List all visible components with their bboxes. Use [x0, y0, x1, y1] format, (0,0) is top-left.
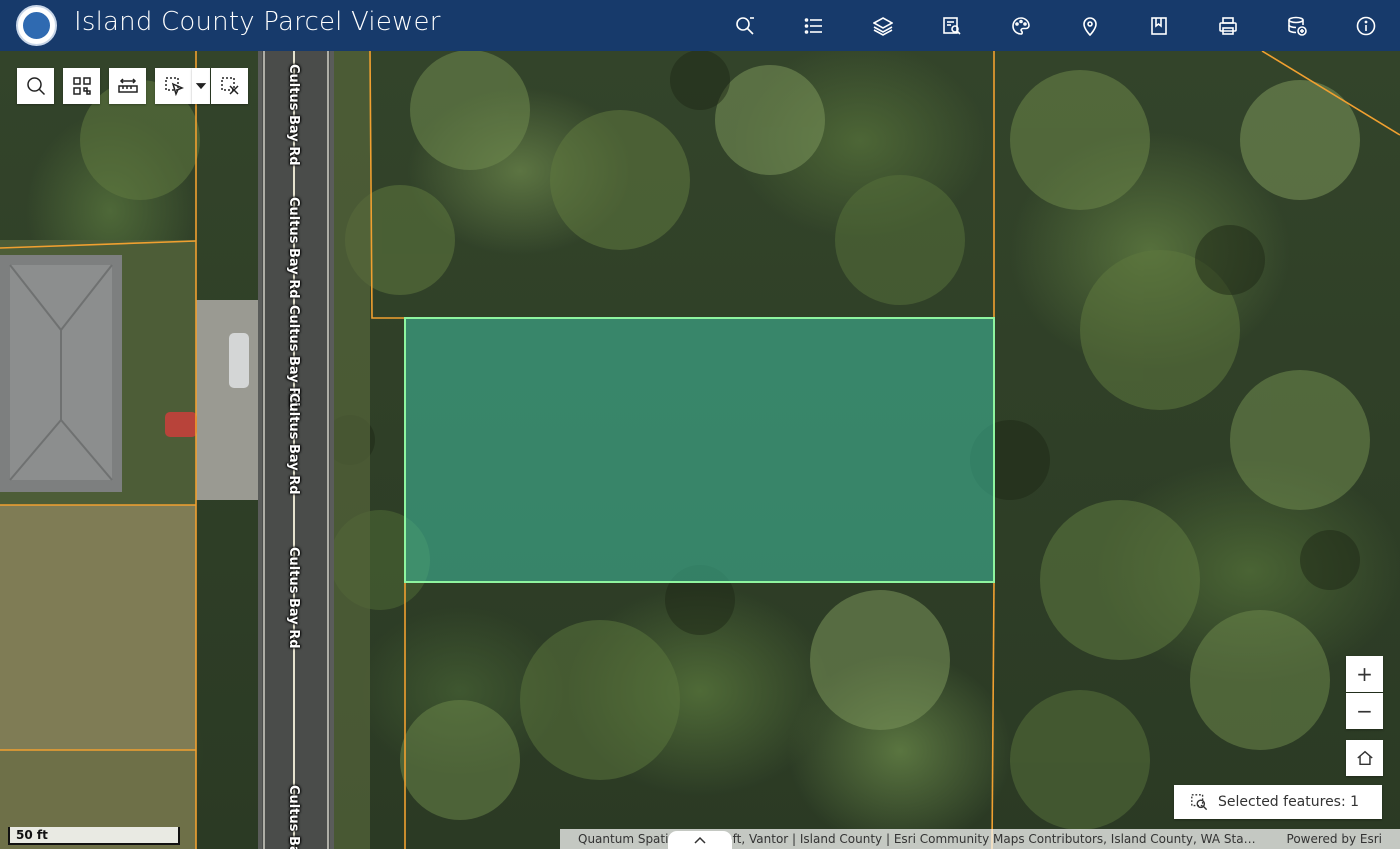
location-icon[interactable]: [1055, 0, 1124, 51]
selected-features-button[interactable]: Selected features: 1: [1174, 785, 1382, 819]
search-icon: [26, 77, 45, 96]
dropdown-caret-icon: [195, 83, 207, 90]
measure-icon: [117, 78, 138, 93]
clear-selection-tool-button[interactable]: [211, 68, 248, 104]
measure-tool-button[interactable]: [109, 68, 146, 104]
bookmark-icon[interactable]: [1124, 0, 1193, 51]
layers-icon[interactable]: [848, 0, 917, 51]
select-dropdown-button[interactable]: [192, 68, 210, 104]
selected-features-label: Selected features: 1: [1218, 794, 1360, 810]
clear-selection-icon: [220, 77, 239, 95]
select-icon: [164, 77, 184, 96]
search-tool-button[interactable]: [17, 68, 54, 104]
home-icon: [1356, 750, 1373, 766]
powered-by-esri[interactable]: Powered by Esri: [1287, 832, 1382, 846]
select-tool-button[interactable]: [155, 68, 192, 104]
app-header: Island County Parcel Viewer: [0, 0, 1400, 51]
scale-bar: 50 ft: [8, 827, 180, 845]
home-button[interactable]: [1346, 740, 1383, 776]
zoom-in-button[interactable]: +: [1346, 656, 1383, 692]
map-canvas: [0, 51, 1400, 849]
list-icon[interactable]: [779, 0, 848, 51]
qr-select-icon: [72, 77, 91, 95]
chevron-up-icon: [694, 836, 706, 844]
road-label: Cultus Bay Rd: [286, 547, 301, 649]
basemap-icon[interactable]: [986, 0, 1055, 51]
search-icon[interactable]: [710, 0, 779, 51]
road-label: Cultus Bay Rd: [286, 393, 301, 495]
query-icon[interactable]: [917, 0, 986, 51]
road-label: Cultus Bay Rd: [286, 64, 301, 166]
road-label: Cultus Bay Rd: [286, 197, 301, 299]
scale-bar-label: 50 ft: [16, 828, 48, 842]
qr-select-tool-button[interactable]: [63, 68, 100, 104]
county-seal-logo: [16, 5, 57, 46]
road-label: Cultus Bay Rd: [286, 305, 301, 407]
zoom-out-button[interactable]: −: [1346, 693, 1383, 729]
road-label: Cultus Ba: [286, 785, 301, 849]
header-toolbar: [710, 0, 1400, 51]
select-features-icon: [1191, 794, 1208, 811]
print-icon[interactable]: [1193, 0, 1262, 51]
app-title: Island County Parcel Viewer: [74, 7, 441, 37]
map-view[interactable]: Cultus Bay Rd Cultus Bay Rd Cultus Bay R…: [0, 51, 1400, 849]
info-icon[interactable]: [1331, 0, 1400, 51]
attribution-toggle[interactable]: [668, 831, 732, 849]
add-data-icon[interactable]: [1262, 0, 1331, 51]
selected-parcel: [404, 317, 995, 583]
